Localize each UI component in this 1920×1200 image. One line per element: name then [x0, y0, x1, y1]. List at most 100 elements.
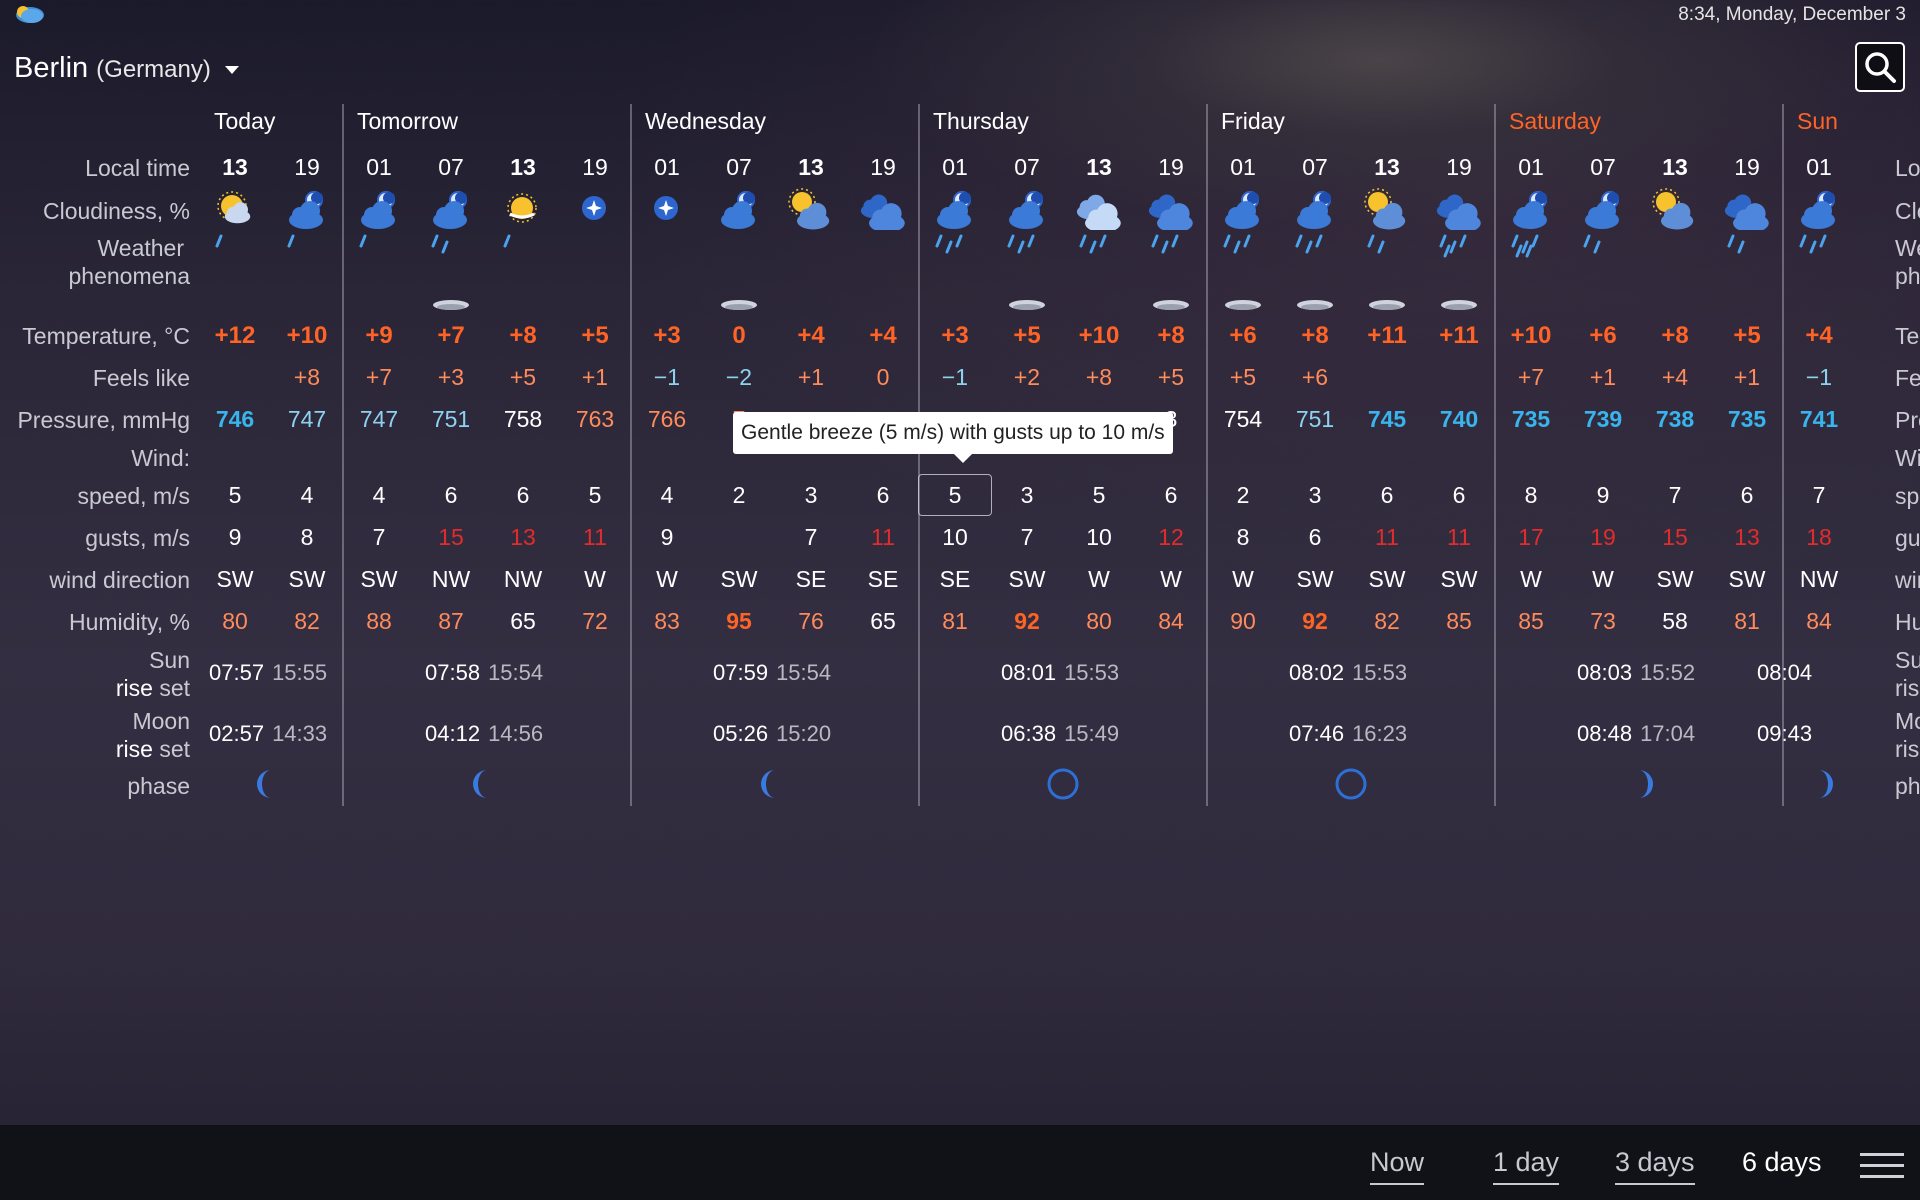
- wind-gust-cell: 11: [583, 524, 607, 550]
- sunrise-time: 07:59: [713, 660, 769, 685]
- bottom-navigation: Now 1 day 3 days 6 days: [0, 1125, 1920, 1200]
- humidity-cell: 65: [510, 608, 536, 634]
- row-label-cloudiness: Cloudiness, %: [42, 198, 190, 224]
- humidity-cell: 81: [1734, 608, 1760, 634]
- row-label-feels-like: Feels like: [92, 365, 190, 391]
- wind-speed-cell[interactable]: 2: [1207, 482, 1279, 509]
- wind-speed-cell[interactable]: 5: [559, 482, 631, 509]
- wind-speed-cell[interactable]: 2: [703, 482, 775, 509]
- wind-speed-cell[interactable]: 7: [1783, 482, 1855, 509]
- wind-speed-cell[interactable]: 4: [343, 482, 415, 509]
- feels-like-cell: −1: [1805, 364, 1833, 390]
- wind-speed-cell[interactable]: 8: [1495, 482, 1567, 509]
- forecast-grid: Local time Cloudiness, % Weather phenome…: [0, 0, 1920, 820]
- sunset-time: 15:52: [1640, 660, 1696, 685]
- moon-clear-icon: [570, 186, 620, 230]
- wind-direction-cell: W: [1592, 566, 1614, 592]
- wind-speed-cell[interactable]: 4: [631, 482, 703, 509]
- wind-speed-cell[interactable]: 6: [1135, 482, 1207, 509]
- wind-speed-cell[interactable]: 5: [199, 482, 271, 509]
- pressure-cell: 747: [287, 406, 327, 432]
- temperature-cell: +11: [1439, 322, 1479, 349]
- sun-rise-label: rise: [115, 675, 153, 701]
- moonrise-time: 06:38: [1001, 721, 1057, 746]
- wind-direction-cell: SW: [216, 566, 254, 592]
- moonrise-time: 02:57: [209, 721, 265, 746]
- new-moon-icon: [1045, 766, 1081, 802]
- local-time-cell: 19: [1158, 154, 1184, 180]
- wind-gust-cell: 19: [1590, 524, 1616, 550]
- moon-cloudy-icon: [354, 186, 404, 230]
- waxing-crescent-icon: [1621, 766, 1657, 802]
- sun-rise-set: 08:01 15:53: [1001, 660, 1119, 686]
- wind-speed-cell[interactable]: 3: [775, 482, 847, 509]
- cloudy-icon: [1722, 186, 1772, 233]
- humidity-cell: 80: [222, 608, 248, 634]
- pressure-cell: 754: [1223, 406, 1263, 432]
- wind-speed-cell[interactable]: 6: [1423, 482, 1495, 509]
- wind-gust-cell: 13: [1734, 524, 1760, 550]
- wind-speed-cell[interactable]: 6: [487, 482, 559, 509]
- fog-icon: [1439, 298, 1479, 312]
- nav-3-days[interactable]: 3 days: [1615, 1147, 1695, 1185]
- wind-speed-cell[interactable]: 6: [415, 482, 487, 509]
- moonset-time: 15:20: [776, 721, 832, 746]
- day-separator: [1206, 104, 1208, 806]
- humidity-cell: 84: [1806, 608, 1832, 634]
- humidity-cell: 85: [1446, 608, 1472, 634]
- wind-direction-cell: SE: [795, 566, 827, 592]
- right-label-speed: speed: [1895, 483, 1920, 509]
- moonset-time: 14:56: [488, 721, 544, 746]
- wind-direction-cell: W: [1088, 566, 1110, 592]
- moon-cloudy-icon: [1002, 186, 1052, 230]
- wind-gust-cell: 10: [1086, 524, 1112, 550]
- wind-speed-cell[interactable]: 7: [1639, 482, 1711, 509]
- sun-rise-set: 07:57 15:55: [209, 660, 327, 686]
- local-time-cell: 19: [870, 154, 896, 180]
- moon-rise-set: 08:48 17:04: [1577, 721, 1695, 747]
- fog-icon: [1223, 298, 1263, 312]
- feels-like-cell: 0: [876, 364, 890, 390]
- sun-cloudy-icon: [1650, 186, 1700, 230]
- wind-speed-cell[interactable]: 9: [1567, 482, 1639, 509]
- humidity-cell: 84: [1158, 608, 1184, 634]
- wind-speed-cell[interactable]: 3: [1279, 482, 1351, 509]
- nav-1-day[interactable]: 1 day: [1493, 1147, 1560, 1185]
- right-label-weather: Weat: [1895, 235, 1920, 261]
- day-separator: [1494, 104, 1496, 806]
- moon-cloudy-icon: [1218, 186, 1268, 230]
- sun-set-label: set: [159, 675, 190, 701]
- humidity-cell: 92: [1014, 608, 1040, 634]
- cloudy-icon: [858, 186, 908, 233]
- wind-direction-cell: SW: [1008, 566, 1046, 592]
- row-label-phase: phase: [127, 773, 190, 799]
- sun-rise-set: 08:03 15:52: [1577, 660, 1695, 686]
- temperature-cell: +8: [1301, 322, 1329, 349]
- wind-gust-cell: 12: [1158, 524, 1184, 550]
- sunrise-time: 08:02: [1289, 660, 1345, 685]
- temperature-cell: +4: [869, 322, 897, 349]
- fog-icon: [431, 298, 471, 312]
- wind-speed-cell[interactable]: 5: [1063, 482, 1135, 509]
- local-time-cell: 01: [1518, 154, 1544, 180]
- sun-cloudy-icon: [786, 186, 836, 230]
- hamburger-menu-icon[interactable]: [1860, 1153, 1904, 1179]
- wind-speed-cell[interactable]: 6: [1711, 482, 1783, 509]
- selected-wind-cell[interactable]: [918, 474, 992, 516]
- feels-like-cell: +1: [1733, 364, 1761, 390]
- moonrise-time: 09:43: [1757, 721, 1813, 746]
- wind-speed-cell[interactable]: 4: [271, 482, 343, 509]
- rain-icon: [1285, 230, 1335, 266]
- pressure-cell: 738: [1655, 406, 1695, 432]
- sunrise-time: 08:04: [1757, 660, 1813, 685]
- moon-rise-set: 04:12 14:56: [425, 721, 543, 747]
- wind-speed-cell[interactable]: 6: [1351, 482, 1423, 509]
- rain-icon: [493, 230, 543, 266]
- wind-speed-cell[interactable]: 6: [847, 482, 919, 509]
- wind-direction-cell: NW: [431, 566, 471, 592]
- local-time-cell: 13: [1374, 154, 1400, 180]
- wind-speed-cell[interactable]: 3: [991, 482, 1063, 509]
- feels-like-cell: −1: [653, 364, 681, 390]
- nav-now[interactable]: Now: [1370, 1147, 1425, 1185]
- nav-6-days[interactable]: 6 days: [1742, 1147, 1822, 1183]
